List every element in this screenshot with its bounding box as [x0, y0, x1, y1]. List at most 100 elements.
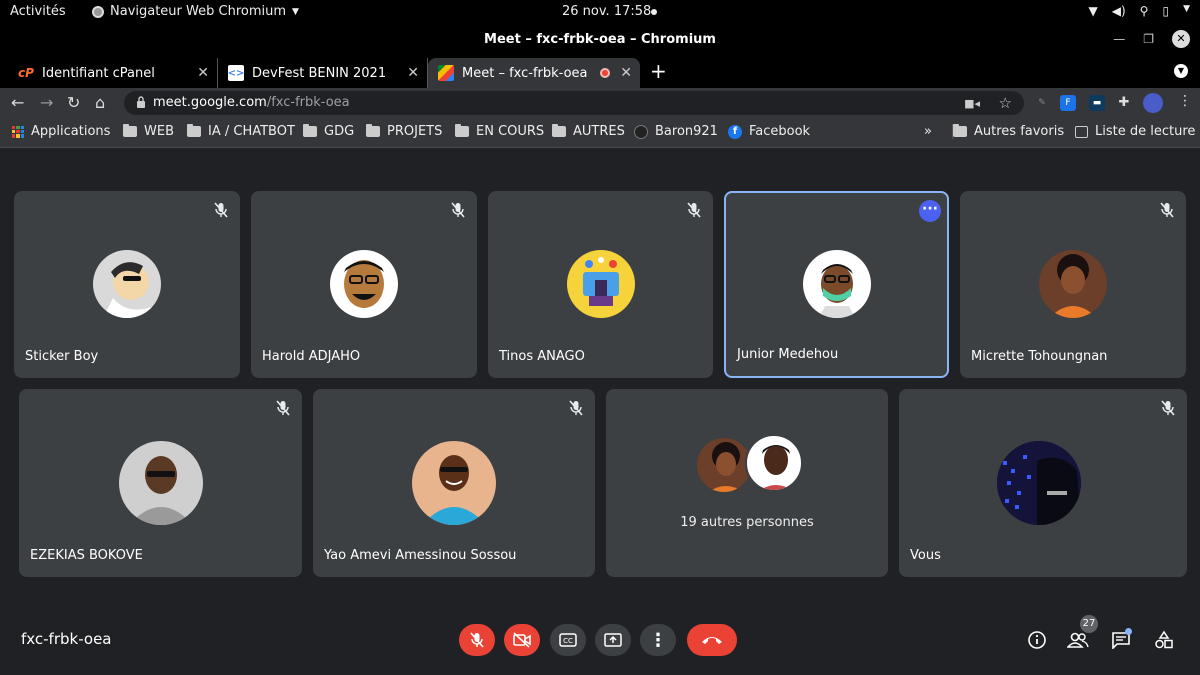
- participant-name: Junior Medehou: [737, 347, 839, 362]
- bookmark-web[interactable]: WEB: [123, 124, 174, 139]
- back-icon[interactable]: ←: [11, 93, 24, 112]
- participant-tile[interactable]: Tinos ANAGO: [488, 191, 713, 378]
- avatar: [93, 250, 161, 318]
- app-menu[interactable]: Navigateur Web Chromium ▼: [92, 4, 299, 19]
- folder-icon: [455, 124, 469, 137]
- bookmark-label: Autres favoris: [974, 124, 1065, 139]
- mic-off-icon: [1161, 400, 1175, 416]
- self-tile[interactable]: Vous: [899, 389, 1187, 577]
- folder-icon: [552, 124, 566, 137]
- avatar: [745, 434, 803, 492]
- mic-off-icon: [1160, 202, 1174, 218]
- activities-button-meet[interactable]: [1152, 628, 1176, 652]
- avatar: [997, 441, 1081, 525]
- close-window-icon[interactable]: ✕: [1172, 30, 1190, 48]
- bookmark-autres[interactable]: AUTRES: [552, 124, 625, 139]
- camera-in-use-icon[interactable]: ■◂: [964, 97, 980, 110]
- participant-count-badge: 27: [1080, 615, 1098, 633]
- browser-menu-icon[interactable]: ⋮: [1178, 93, 1192, 109]
- participant-name: Micrette Tohoungnan: [971, 349, 1108, 364]
- participant-tile-active-speaker[interactable]: ··· Junior Medehou: [724, 191, 949, 378]
- mic-off-icon: [451, 202, 465, 218]
- bookmarks-overflow-button[interactable]: »: [924, 124, 932, 139]
- close-tab-icon[interactable]: ✕: [620, 65, 632, 81]
- mic-off-icon: [687, 202, 701, 218]
- extension-icon[interactable]: ▬: [1089, 95, 1105, 111]
- avatar: [567, 250, 635, 318]
- captions-button[interactable]: CC: [550, 624, 586, 656]
- present-screen-button[interactable]: [595, 624, 631, 656]
- url-text: meet.google.com/fxc-frbk-oea: [153, 95, 350, 110]
- shapes-icon: [1155, 630, 1173, 649]
- profile-avatar[interactable]: [1143, 93, 1163, 113]
- participant-tile[interactable]: Sticker Boy: [14, 191, 240, 378]
- toggle-camera-button[interactable]: [504, 624, 540, 656]
- info-icon: [1028, 631, 1046, 649]
- activities-button[interactable]: Activités: [10, 4, 66, 19]
- bookmark-en-cours[interactable]: EN COURS: [455, 124, 544, 139]
- close-tab-icon[interactable]: ✕: [407, 65, 419, 81]
- window-title: Meet – fxc-frbk-oea – Chromium: [0, 24, 1200, 56]
- tab-devfest[interactable]: <> DevFest BENIN 2021 ✕: [218, 58, 428, 88]
- bookmark-label: AUTRES: [573, 124, 625, 139]
- maximize-icon[interactable]: ❐: [1143, 32, 1154, 46]
- bookmark-label: Baron921: [655, 124, 718, 139]
- bookmark-autres-favoris[interactable]: Autres favoris: [952, 124, 1064, 139]
- battery-icon: ▯: [1162, 4, 1170, 18]
- participant-tile[interactable]: Yao Amevi Amessinou Sossou: [313, 389, 595, 577]
- reload-icon[interactable]: ↻: [67, 93, 80, 112]
- mic-off-icon: [214, 202, 228, 218]
- bookmark-label: PROJETS: [387, 124, 443, 139]
- avatar: [1039, 250, 1107, 318]
- system-tray[interactable]: ▼ ◀) ⚲ ▯ ▼: [1089, 4, 1190, 18]
- folder-icon: [303, 124, 317, 137]
- meet-icon: [438, 65, 454, 81]
- home-icon[interactable]: ⌂: [95, 93, 105, 112]
- app-name: Navigateur Web Chromium: [110, 4, 287, 19]
- tab-meet[interactable]: Meet – fxc-frbk-oea ✕: [428, 58, 640, 88]
- address-bar[interactable]: meet.google.com/fxc-frbk-oea ■◂ ☆: [124, 91, 1024, 115]
- participant-name: Sticker Boy: [25, 349, 99, 364]
- minimize-icon[interactable]: —: [1113, 32, 1125, 46]
- cpanel-icon: cP: [18, 66, 34, 80]
- camera-off-icon: [513, 632, 531, 648]
- bookmark-star-icon[interactable]: ☆: [999, 94, 1012, 112]
- bookmark-label: »: [924, 124, 932, 139]
- window-controls: — ❐ ✕: [1113, 30, 1190, 48]
- bookmark-baron921[interactable]: Baron921: [634, 124, 718, 139]
- meeting-details-button[interactable]: [1025, 628, 1049, 652]
- bookmark-reading-list[interactable]: Liste de lecture: [1075, 124, 1195, 139]
- extensions-puzzle-icon[interactable]: ✚: [1116, 95, 1132, 111]
- tab-cpanel[interactable]: cP Identifiant cPanel ✕: [8, 58, 218, 88]
- mic-off-icon: [569, 400, 583, 416]
- bookmark-gdg[interactable]: GDG: [303, 124, 354, 139]
- bookmark-facebook[interactable]: f Facebook: [728, 124, 810, 139]
- recording-indicator-icon: [651, 9, 657, 15]
- captions-icon: CC: [559, 633, 577, 647]
- forward-icon[interactable]: →: [40, 93, 53, 112]
- tab-search-icon[interactable]: ▼: [1174, 64, 1188, 78]
- recording-icon: [600, 68, 610, 78]
- extension-icon[interactable]: F: [1060, 95, 1076, 111]
- bookmark-applications[interactable]: Applications: [12, 124, 110, 139]
- participant-name: Vous: [910, 548, 941, 563]
- bookmark-projets[interactable]: PROJETS: [366, 124, 442, 139]
- microphone-icon: ⚲: [1139, 4, 1149, 18]
- folder-icon: [953, 124, 967, 137]
- toggle-microphone-button[interactable]: [459, 624, 495, 656]
- clock[interactable]: 26 nov. 17:58: [562, 4, 651, 19]
- more-options-button[interactable]: ⋮: [640, 624, 676, 656]
- others-tile[interactable]: 19 autres personnes: [606, 389, 888, 577]
- participant-tile[interactable]: EZEKIAS BOKOVE: [19, 389, 302, 577]
- participant-tile[interactable]: Harold ADJAHO: [251, 191, 477, 378]
- close-tab-icon[interactable]: ✕: [197, 65, 209, 81]
- new-message-indicator: [1125, 628, 1132, 635]
- participant-tile[interactable]: Micrette Tohoungnan: [960, 191, 1186, 378]
- new-tab-icon[interactable]: +: [650, 59, 667, 83]
- extension-icon[interactable]: ✎: [1034, 95, 1050, 111]
- present-icon: [604, 633, 622, 647]
- more-options-icon[interactable]: ···: [919, 200, 941, 222]
- leave-call-button[interactable]: [687, 624, 737, 656]
- chevron-down-icon: ▼: [292, 6, 299, 17]
- bookmark-ia-chatbot[interactable]: IA / CHATBOT: [187, 124, 295, 139]
